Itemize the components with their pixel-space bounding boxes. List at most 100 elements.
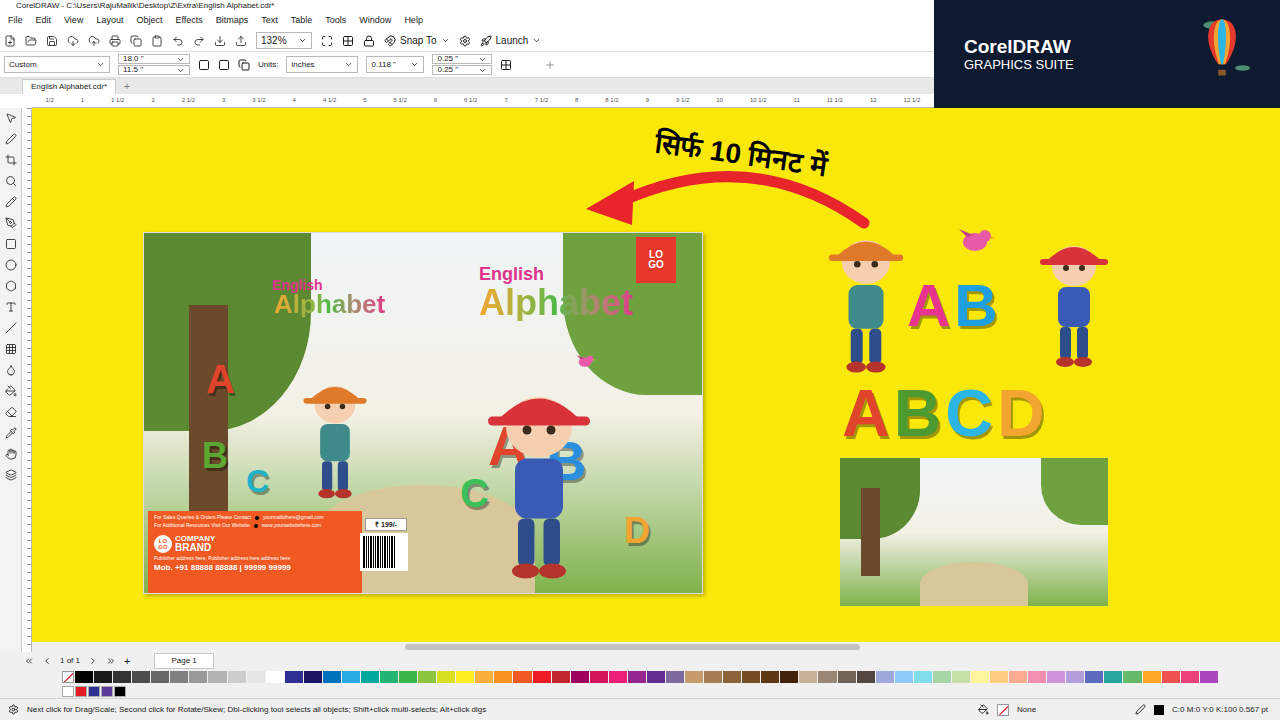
menu-item[interactable]: Text — [261, 14, 278, 28]
tool-icon[interactable] — [5, 469, 17, 481]
color-swatch[interactable] — [666, 671, 684, 683]
last-page-icon[interactable] — [106, 656, 116, 666]
color-swatch[interactable] — [285, 671, 303, 683]
color-swatch[interactable] — [88, 686, 100, 697]
menu-item[interactable]: Effects — [175, 14, 202, 28]
toolbar-icon[interactable] — [25, 35, 37, 47]
toolbar-icon[interactable] — [172, 35, 184, 47]
color-swatch[interactable] — [114, 686, 126, 697]
lock-icon[interactable] — [363, 35, 375, 47]
gear-icon[interactable] — [459, 35, 471, 47]
color-swatch[interactable] — [62, 686, 74, 697]
color-swatch[interactable] — [323, 671, 341, 683]
tool-icon[interactable] — [5, 448, 17, 460]
tool-icon[interactable] — [5, 259, 17, 271]
menu-item[interactable]: Table — [291, 14, 313, 28]
big-letters-asset[interactable]: ABCD — [842, 380, 1045, 446]
dup-x-field[interactable]: 0.25 " — [432, 54, 492, 64]
menu-item[interactable]: Tools — [325, 14, 346, 28]
prev-page-icon[interactable] — [42, 656, 52, 666]
grid-icon[interactable] — [342, 35, 354, 47]
document-tab[interactable]: English Alphabet.cdr* — [22, 79, 116, 94]
color-swatch[interactable] — [266, 671, 284, 683]
menu-item[interactable]: Edit — [36, 14, 52, 28]
color-swatch[interactable] — [75, 686, 87, 697]
color-swatch[interactable] — [761, 671, 779, 683]
color-swatch[interactable] — [94, 671, 112, 683]
toolbar-icon[interactable] — [151, 35, 163, 47]
color-swatch[interactable] — [914, 671, 932, 683]
color-swatch[interactable] — [876, 671, 894, 683]
color-swatch[interactable] — [170, 671, 188, 683]
color-swatch[interactable] — [437, 671, 455, 683]
color-swatch[interactable] — [208, 671, 226, 683]
color-swatch[interactable] — [1066, 671, 1084, 683]
color-swatch[interactable] — [1181, 671, 1199, 683]
tool-icon[interactable] — [5, 427, 17, 439]
menu-item[interactable]: Object — [136, 14, 162, 28]
tool-icon[interactable] — [5, 196, 17, 208]
book-cover[interactable]: EnglishAlphabetABCFor Sales Queries & Or… — [143, 232, 703, 594]
units-field[interactable]: inches — [286, 56, 358, 73]
color-swatch[interactable] — [380, 671, 398, 683]
color-swatch[interactable] — [933, 671, 951, 683]
color-swatch[interactable] — [151, 671, 169, 683]
color-swatch[interactable] — [513, 671, 531, 683]
color-swatch[interactable] — [228, 671, 246, 683]
tool-icon[interactable] — [5, 175, 17, 187]
horizontal-scrollbar[interactable] — [32, 642, 1280, 652]
no-color-swatch[interactable] — [62, 671, 74, 683]
all-pages-icon[interactable] — [238, 59, 250, 71]
tool-icon[interactable] — [5, 112, 17, 124]
color-swatch[interactable] — [704, 671, 722, 683]
color-swatch[interactable] — [952, 671, 970, 683]
color-swatch[interactable] — [399, 671, 417, 683]
color-swatch[interactable] — [1123, 671, 1141, 683]
color-swatch[interactable] — [818, 671, 836, 683]
drawing-canvas[interactable]: सिर्फ 10 मिनट मेंEnglishAlphabetABCFor S… — [32, 108, 1280, 642]
toolbar-icon[interactable] — [235, 35, 247, 47]
color-swatch[interactable] — [628, 671, 646, 683]
add-icon[interactable] — [544, 59, 556, 71]
tool-icon[interactable] — [5, 154, 17, 166]
toolbar-icon[interactable] — [67, 35, 79, 47]
toolbar-icon[interactable] — [193, 35, 205, 47]
page-width-field[interactable]: 18.0 " — [118, 54, 190, 64]
menu-item[interactable]: Window — [359, 14, 391, 28]
snap-button[interactable]: Snap To — [384, 33, 450, 48]
add-page-button[interactable]: + — [124, 653, 130, 670]
color-swatch[interactable] — [101, 686, 113, 697]
menu-item[interactable]: File — [8, 14, 23, 28]
toolbar-icon[interactable] — [109, 35, 121, 47]
tool-icon[interactable] — [5, 322, 17, 334]
color-swatch[interactable] — [132, 671, 150, 683]
color-swatch[interactable] — [1085, 671, 1103, 683]
dup-y-field[interactable]: 0.25 " — [432, 65, 492, 75]
tool-icon[interactable] — [5, 280, 17, 292]
color-swatch[interactable] — [1143, 671, 1161, 683]
color-swatch[interactable] — [189, 671, 207, 683]
color-swatch[interactable] — [342, 671, 360, 683]
color-swatch[interactable] — [723, 671, 741, 683]
toolbar-icon[interactable] — [4, 35, 16, 47]
color-swatch[interactable] — [1028, 671, 1046, 683]
color-swatch[interactable] — [418, 671, 436, 683]
menu-item[interactable]: Help — [404, 14, 423, 28]
color-swatch[interactable] — [857, 671, 875, 683]
color-swatch[interactable] — [590, 671, 608, 683]
color-swatch[interactable] — [838, 671, 856, 683]
new-tab-button[interactable]: + — [116, 79, 138, 94]
color-swatch[interactable] — [1162, 671, 1180, 683]
status-gear-icon[interactable] — [8, 704, 19, 715]
nudge-field[interactable]: 0.118 " — [366, 56, 424, 73]
landscape-icon[interactable] — [218, 59, 230, 71]
color-swatch[interactable] — [113, 671, 131, 683]
next-page-icon[interactable] — [88, 656, 98, 666]
page-tab[interactable]: Page 1 — [154, 653, 213, 669]
tool-icon[interactable] — [5, 301, 17, 313]
color-swatch[interactable] — [799, 671, 817, 683]
tool-icon[interactable] — [5, 406, 17, 418]
toolbar-icon[interactable] — [46, 35, 58, 47]
color-swatch[interactable] — [971, 671, 989, 683]
tool-icon[interactable] — [5, 133, 17, 145]
